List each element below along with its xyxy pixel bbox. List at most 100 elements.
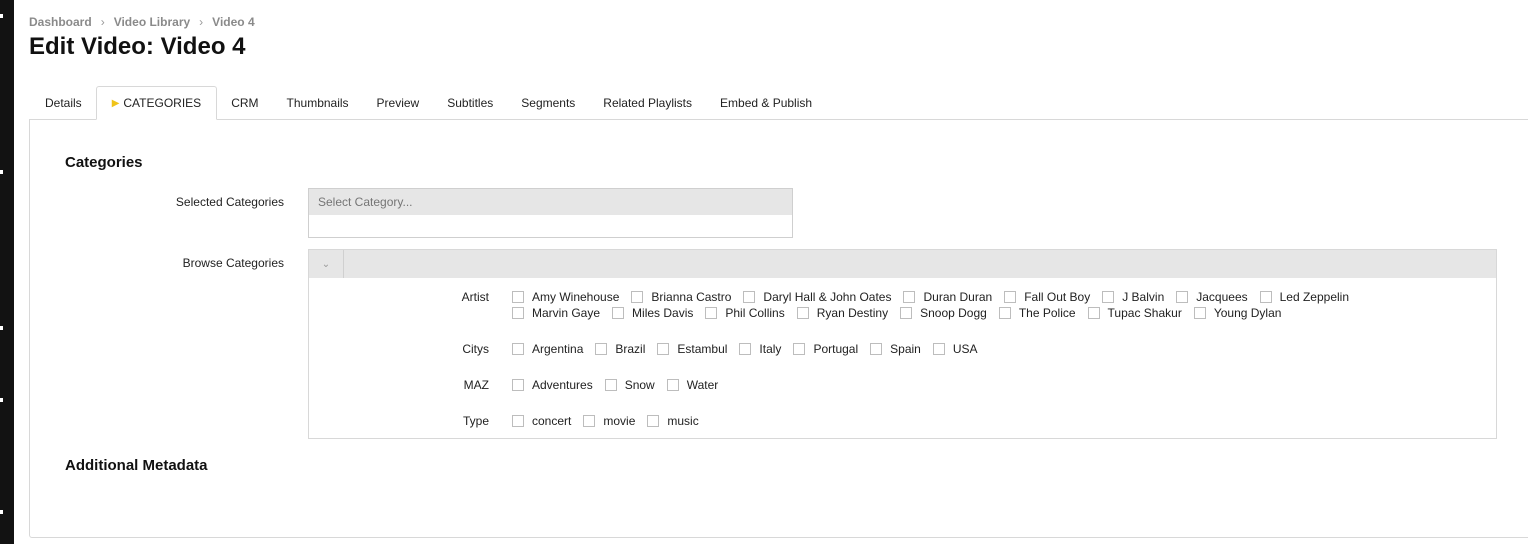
checkbox[interactable] — [647, 415, 660, 427]
option-label: Brazil — [615, 342, 646, 356]
browse-toggle-button[interactable]: ⌄ — [309, 250, 344, 278]
checkbox[interactable] — [998, 307, 1011, 319]
option-water[interactable]: Water — [666, 377, 719, 393]
tab-subtitles[interactable]: Subtitles — [433, 86, 507, 120]
option-argentina[interactable]: Argentina — [512, 341, 583, 357]
option-young-dylan[interactable]: Young Dylan — [1193, 305, 1282, 321]
checkbox[interactable] — [1176, 291, 1189, 303]
option-label: Tupac Shakur — [1107, 306, 1182, 320]
option-brianna-castro[interactable]: Brianna Castro — [631, 289, 731, 305]
checkbox[interactable] — [932, 343, 945, 355]
checkbox[interactable] — [1193, 307, 1206, 319]
checkbox[interactable] — [631, 291, 644, 303]
tab-thumbnails[interactable]: Thumbnails — [273, 86, 363, 120]
checkbox[interactable] — [512, 415, 524, 427]
option-label: Ryan Destiny — [816, 306, 889, 320]
checkbox[interactable] — [583, 415, 596, 427]
tab-embed-publish[interactable]: Embed & Publish — [706, 86, 826, 120]
tab-details[interactable]: Details — [29, 86, 96, 120]
checkbox[interactable] — [900, 307, 913, 319]
tab-preview[interactable]: Preview — [363, 86, 434, 120]
option-label: Phil Collins — [725, 306, 785, 320]
checkbox[interactable] — [512, 307, 524, 319]
checkbox[interactable] — [705, 307, 718, 319]
tab-label: CRM — [231, 96, 259, 110]
option-tupac-shakur[interactable]: Tupac Shakur — [1087, 305, 1182, 321]
selected-categories-label: Selected Categories — [175, 195, 284, 209]
option-brazil[interactable]: Brazil — [595, 341, 645, 357]
checkbox[interactable] — [1004, 291, 1017, 303]
option-the-police[interactable]: The Police — [998, 305, 1076, 321]
tab-crm[interactable]: CRM — [217, 86, 272, 120]
option-label: J Balvin — [1122, 290, 1165, 304]
tab-categories[interactable]: ▶ CATEGORIES — [95, 86, 218, 120]
option-jacquees[interactable]: Jacquees — [1176, 289, 1248, 305]
option-estambul[interactable]: Estambul — [657, 341, 727, 357]
option-snow[interactable]: Snow — [604, 377, 655, 393]
option-phil-collins[interactable]: Phil Collins — [705, 305, 785, 321]
option-label: Led Zeppelin — [1279, 290, 1350, 304]
breadcrumb-video-library[interactable]: Video Library — [114, 15, 190, 29]
option-adventures[interactable]: Adventures — [512, 377, 593, 393]
checkbox[interactable] — [512, 379, 524, 391]
option-label: Marvin Gaye — [532, 306, 601, 320]
citys-options: Argentina Brazil Estambul Italy Portugal… — [512, 341, 1422, 357]
option-label: Adventures — [532, 378, 593, 392]
additional-metadata-heading: Additional Metadata — [65, 457, 208, 474]
checkbox[interactable] — [1259, 291, 1272, 303]
checkbox[interactable] — [793, 343, 806, 355]
option-fall-out-boy[interactable]: Fall Out Boy — [1004, 289, 1090, 305]
breadcrumb-dashboard[interactable]: Dashboard — [29, 15, 92, 29]
checkbox[interactable] — [903, 291, 916, 303]
option-label: Miles Davis — [632, 306, 694, 320]
option-movie[interactable]: movie — [583, 413, 635, 429]
breadcrumb-current: Video 4 — [212, 15, 255, 29]
left-edge-strip — [0, 0, 14, 544]
categories-heading: Categories — [65, 154, 143, 171]
option-miles-davis[interactable]: Miles Davis — [612, 305, 693, 321]
checkbox[interactable] — [1087, 307, 1100, 319]
checkbox[interactable] — [512, 291, 524, 303]
option-portugal[interactable]: Portugal — [793, 341, 858, 357]
option-daryl-hall-john-oates[interactable]: Daryl Hall & John Oates — [743, 289, 891, 305]
tab-label: Related Playlists — [603, 96, 693, 110]
checkbox[interactable] — [796, 307, 809, 319]
option-music[interactable]: music — [647, 413, 699, 429]
option-label: Water — [686, 378, 719, 392]
option-label: Argentina — [532, 342, 584, 356]
checkbox[interactable] — [657, 343, 670, 355]
checkbox[interactable] — [604, 379, 617, 391]
option-ryan-destiny[interactable]: Ryan Destiny — [796, 305, 889, 321]
option-led-zeppelin[interactable]: Led Zeppelin — [1259, 289, 1350, 305]
option-duran-duran[interactable]: Duran Duran — [903, 289, 992, 305]
artist-options: Amy Winehouse Brianna Castro Daryl Hall … — [512, 289, 1422, 321]
tab-label: Preview — [376, 96, 420, 110]
checkbox[interactable] — [743, 291, 756, 303]
tab-related-playlists[interactable]: Related Playlists — [589, 86, 706, 120]
tab-segments[interactable]: Segments — [507, 86, 589, 120]
option-italy[interactable]: Italy — [739, 341, 781, 357]
category-select-input[interactable] — [309, 189, 792, 215]
option-label: Young Dylan — [1213, 306, 1282, 320]
option-usa[interactable]: USA — [932, 341, 978, 357]
option-concert[interactable]: concert — [512, 413, 571, 429]
checkbox[interactable] — [1102, 291, 1115, 303]
checkbox[interactable] — [739, 343, 752, 355]
checkbox[interactable] — [595, 343, 608, 355]
checkbox[interactable] — [870, 343, 883, 355]
checkbox[interactable] — [512, 343, 524, 355]
tab-label: Thumbnails — [286, 96, 349, 110]
chevron-right-icon: › — [199, 15, 204, 29]
page-title: Edit Video: Video 4 — [29, 33, 246, 60]
option-j-balvin[interactable]: J Balvin — [1102, 289, 1164, 305]
breadcrumb: Dashboard › Video Library › Video 4 — [29, 15, 255, 29]
tab-label: Subtitles — [447, 96, 494, 110]
checkbox[interactable] — [612, 307, 625, 319]
type-options: concert movie music — [512, 413, 1422, 429]
option-spain[interactable]: Spain — [870, 341, 921, 357]
option-marvin-gaye[interactable]: Marvin Gaye — [512, 305, 600, 321]
checkbox[interactable] — [666, 379, 679, 391]
maz-options: Adventures Snow Water — [512, 377, 1422, 393]
option-snoop-dogg[interactable]: Snoop Dogg — [900, 305, 987, 321]
option-amy-winehouse[interactable]: Amy Winehouse — [512, 289, 619, 305]
